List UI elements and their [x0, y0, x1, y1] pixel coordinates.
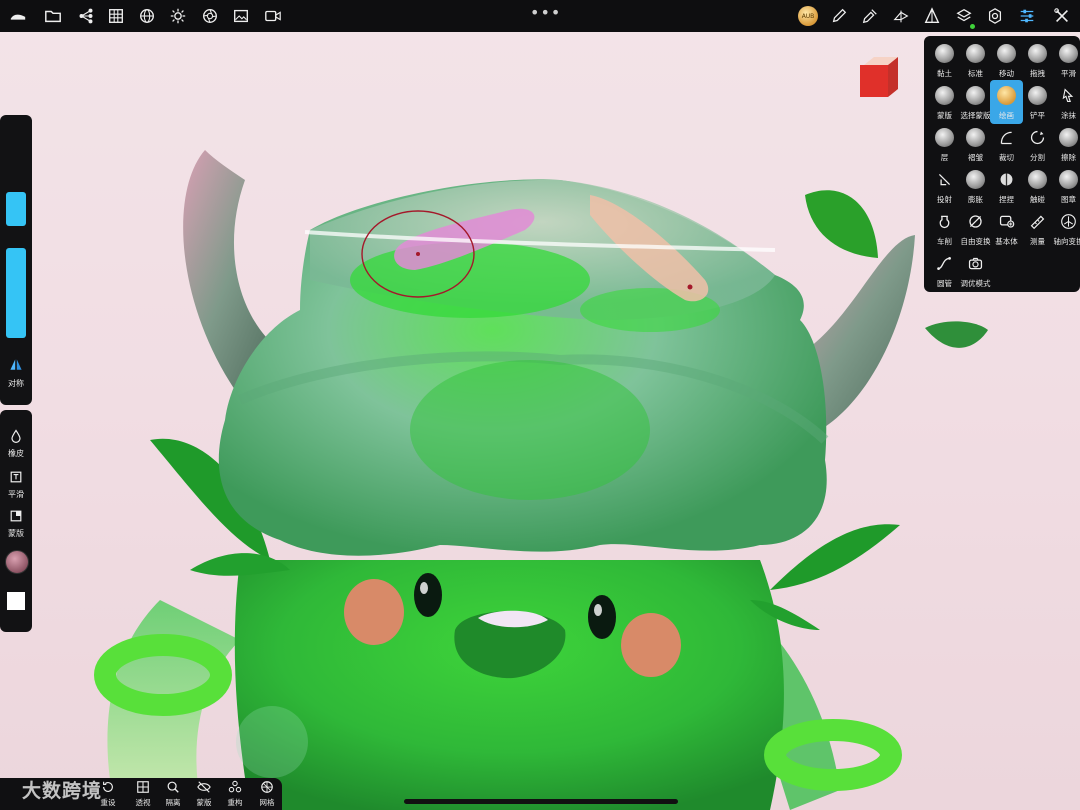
color-swatch[interactable] — [7, 592, 25, 610]
tool-icon — [1028, 212, 1047, 231]
status-dot — [970, 24, 975, 29]
sliders-icon[interactable] — [1017, 6, 1037, 26]
sculpt-tools-panel: 黏土 标准 移动 拖拽 平滑 蒙版 选择蒙版 绘画 铲平 涂抹层褶皱 裁切 分割 擦除 投射 膨胀 捏捏 触碰图… — [924, 36, 1080, 292]
tool-sphere-icon — [1028, 44, 1047, 63]
tool-26[interactable]: 调优模式 — [960, 252, 991, 292]
tool-4[interactable]: 平滑 — [1053, 42, 1080, 82]
tool-icon — [997, 170, 1016, 189]
folder-icon[interactable] — [43, 6, 63, 26]
isolate-button[interactable]: 隔离 — [161, 780, 185, 810]
smooth-label[interactable]: 平滑 — [0, 489, 32, 500]
smooth-icon[interactable] — [7, 468, 25, 486]
tool-label: 图章 — [1061, 195, 1076, 204]
tool-icon — [1059, 212, 1078, 231]
tool-sphere-icon — [935, 128, 954, 147]
grid-icon[interactable] — [106, 6, 126, 26]
layers-icon[interactable] — [954, 6, 974, 26]
tool-label: 涂抹 — [1061, 111, 1076, 120]
tool-sphere-icon — [935, 86, 954, 105]
scene-tree-icon[interactable] — [76, 6, 96, 26]
tool-label: 轴向变换 — [1053, 237, 1080, 246]
tool-sphere-icon — [1059, 170, 1078, 189]
remesh-button[interactable]: 重构 — [223, 780, 247, 810]
video-icon[interactable] — [263, 6, 283, 26]
tool-icon — [997, 212, 1016, 231]
tool-sphere-icon — [997, 86, 1016, 105]
tool-sphere-icon — [1059, 44, 1078, 63]
intensity-slider[interactable] — [6, 248, 26, 338]
viewport-3d[interactable] — [0, 32, 1080, 810]
tool-label: 调优模式 — [960, 279, 991, 288]
tool-19[interactable]: 图章 — [1053, 168, 1080, 208]
tool-icon — [935, 170, 954, 189]
tool-sphere-icon — [966, 44, 985, 63]
tool-icon — [935, 254, 954, 273]
brand-icon[interactable] — [8, 6, 28, 26]
tool-sphere-icon — [966, 86, 985, 105]
gear-icon[interactable] — [985, 6, 1005, 26]
tool-label: 擦除 — [1061, 153, 1076, 162]
sun-icon[interactable] — [168, 6, 188, 26]
eraser-label[interactable]: 橡皮 — [0, 448, 32, 459]
tool-icon — [1028, 128, 1047, 147]
tool-sphere-icon — [966, 170, 985, 189]
triangle-icon[interactable] — [922, 6, 942, 26]
image-icon[interactable] — [231, 6, 251, 26]
character-model[interactable] — [0, 32, 1080, 810]
brush-thumbnail-icon[interactable]: AUB — [798, 6, 818, 26]
perspective-button[interactable]: 透视 — [131, 780, 155, 810]
tool-icon — [997, 128, 1016, 147]
pipette-icon[interactable] — [860, 6, 880, 26]
watermark: 大数跨境 — [22, 780, 103, 802]
tool-label: 平滑 — [1061, 69, 1076, 78]
tool-9[interactable]: 涂抹 — [1053, 84, 1080, 124]
tools-icon[interactable] — [1052, 6, 1072, 26]
tool-icon — [966, 212, 985, 231]
tool-sphere-icon — [966, 128, 985, 147]
top-toolbar: ••• AUB — [0, 0, 1080, 32]
tool-sphere-icon — [997, 44, 1016, 63]
tool-24[interactable]: 轴向变换 — [1053, 210, 1080, 250]
material-preview[interactable] — [5, 550, 29, 574]
brush-settings-panel: 对称 — [0, 115, 32, 405]
home-indicator[interactable] — [404, 799, 678, 804]
tool-icon — [966, 254, 985, 273]
symmetry-icon[interactable] — [7, 356, 25, 374]
camera-lens-icon[interactable] — [200, 6, 220, 26]
globe-icon[interactable] — [137, 6, 157, 26]
tool-sphere-icon — [1028, 86, 1047, 105]
pen-icon[interactable] — [829, 6, 849, 26]
mask-toggle-button[interactable]: 蒙版 — [192, 780, 216, 810]
tool-sphere-icon — [1028, 170, 1047, 189]
drop-icon[interactable] — [7, 427, 25, 445]
tool-icon — [935, 212, 954, 231]
menu-dots[interactable]: ••• — [530, 3, 561, 22]
mask-icon[interactable] — [7, 507, 25, 525]
tool-14[interactable]: 擦除 — [1053, 126, 1080, 166]
tool-sphere-icon — [935, 44, 954, 63]
symmetry-tool-icon[interactable] — [891, 6, 911, 26]
tool-icon — [1059, 86, 1078, 105]
tool-sphere-icon — [1059, 128, 1078, 147]
symmetry-label[interactable]: 对称 — [0, 378, 32, 389]
radius-slider[interactable] — [6, 192, 26, 226]
mesh-button[interactable]: 网格 — [255, 780, 279, 810]
mask-label[interactable]: 蒙版 — [0, 528, 32, 539]
orientation-cube[interactable] — [858, 55, 900, 97]
